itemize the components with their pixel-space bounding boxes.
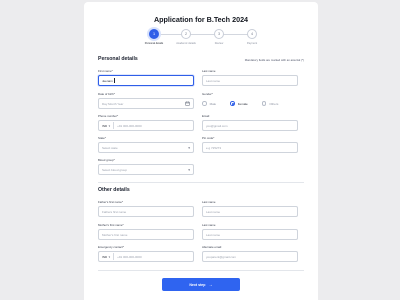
step-label: Payment xyxy=(246,42,258,45)
dob-field: Date of birth* Day Month Year xyxy=(98,92,194,109)
state-select[interactable]: Select state ▾ xyxy=(98,142,194,153)
email-field: Email you@gmail.com xyxy=(202,114,298,131)
pincode-label: Pin code* xyxy=(202,136,215,140)
father-first-name-placeholder: Fathers first name xyxy=(102,209,127,214)
dob-placeholder: Day Month Year xyxy=(102,101,124,106)
arrow-right-icon: → xyxy=(208,282,213,287)
gender-option-male[interactable]: Male xyxy=(202,101,216,106)
mother-last-name-placeholder: Last name xyxy=(206,232,221,237)
blood-group-field: Blood group* Select blood group ▾ xyxy=(98,158,194,175)
other-details-heading: Other details xyxy=(98,187,130,193)
first-name-input[interactable]: Jeenam xyxy=(98,75,194,86)
radio-label: Others xyxy=(269,101,279,106)
emergency-contact-input[interactable]: IND ▾ +91 000-000-0000 xyxy=(98,251,194,262)
radio-circle xyxy=(230,101,235,106)
chevron-down-icon: ▾ xyxy=(188,167,190,172)
emergency-contact-field: Emergency contact* IND ▾ +91 000-000-000… xyxy=(98,245,194,262)
email-label: Email xyxy=(202,114,210,118)
footer-divider xyxy=(98,270,304,271)
step-number: 4 xyxy=(247,29,257,39)
country-code-select[interactable]: IND ▾ xyxy=(102,122,115,129)
father-first-name-input[interactable]: Fathers first name xyxy=(98,206,194,217)
chevron-down-icon: ▾ xyxy=(188,145,190,150)
mother-last-name-input[interactable]: Last name xyxy=(202,229,298,240)
father-last-name-field: Last name Last name xyxy=(202,200,298,217)
last-name-input[interactable]: Last name xyxy=(202,75,298,86)
country-code-select[interactable]: IND ▾ xyxy=(102,253,115,260)
state-label: State* xyxy=(98,136,106,140)
country-code-value: IND xyxy=(102,254,108,259)
emergency-contact-placeholder: +91 000-000-0000 xyxy=(117,254,142,259)
email-input[interactable]: you@gmail.com xyxy=(202,120,298,131)
first-name-label: First name* xyxy=(98,69,113,73)
gender-option-female[interactable]: Female xyxy=(230,101,248,106)
step-number: 3 xyxy=(214,29,224,39)
application-form-card: Application for B.Tech 2024 1 Personal d… xyxy=(84,2,318,300)
dob-label: Date of birth* xyxy=(98,92,115,96)
step-number: 2 xyxy=(181,29,191,39)
first-name-field: First name* Jeenam xyxy=(98,69,194,86)
email-placeholder: you@gmail.com xyxy=(206,123,228,128)
phone-placeholder: +91 000-000-0000 xyxy=(117,123,142,128)
father-last-name-placeholder: Last name xyxy=(206,209,221,214)
radio-label: Male xyxy=(209,101,217,106)
pincode-input[interactable]: e.g 725273 xyxy=(202,142,298,153)
dob-input[interactable]: Day Month Year xyxy=(98,98,194,109)
alternate-email-placeholder: youparent@gmail.com xyxy=(206,254,237,259)
blood-group-label: Blood group* xyxy=(98,158,115,162)
personal-details-heading: Personal details xyxy=(98,56,138,62)
chevron-down-icon: ▾ xyxy=(108,254,111,259)
progress-stepper: 1 Personal details 2 Academic details 3 … xyxy=(138,29,268,49)
mandatory-note: Mandatory fields are marked with an aste… xyxy=(244,58,304,62)
gender-field: Gender* Male Female Others xyxy=(202,92,292,109)
next-step-label: Next step xyxy=(189,282,206,287)
phone-input[interactable]: IND ▾ +91 000-000-0000 xyxy=(98,120,194,131)
step-number: 1 xyxy=(149,29,159,39)
mother-last-name-label: Last name xyxy=(202,223,216,227)
last-name-field: Last name Last name xyxy=(202,69,298,86)
state-placeholder: Select state xyxy=(102,145,118,150)
phone-field: Phone number* IND ▾ +91 000-000-0000 xyxy=(98,114,194,131)
father-last-name-label: Last name xyxy=(202,200,216,204)
phone-label: Phone number* xyxy=(98,114,119,118)
father-first-name-field: Father's first name* Fathers first name xyxy=(98,200,194,217)
radio-circle xyxy=(261,101,267,106)
alternate-email-field: Alternate email youparent@gmail.com xyxy=(202,245,298,262)
section-divider xyxy=(98,182,304,183)
pincode-placeholder: e.g 725273 xyxy=(206,145,222,150)
text-caret xyxy=(113,78,115,83)
mother-last-name-field: Last name Last name xyxy=(202,223,298,240)
radio-circle xyxy=(202,101,207,106)
mother-first-name-field: Mother's first name* Mother's first name xyxy=(98,223,194,240)
blood-group-select[interactable]: Select blood group ▾ xyxy=(98,164,194,175)
last-name-placeholder: Last name xyxy=(206,78,221,83)
calendar-icon[interactable] xyxy=(185,101,190,107)
radio-label: Female xyxy=(237,101,248,106)
last-name-label: Last name xyxy=(202,69,216,73)
chevron-down-icon: ▾ xyxy=(108,123,111,128)
gender-label: Gender* xyxy=(202,92,213,96)
mother-first-name-input[interactable]: Mother's first name xyxy=(98,229,194,240)
step-payment[interactable]: 4 Payment xyxy=(232,29,272,45)
father-first-name-label: Father's first name* xyxy=(98,200,123,204)
mother-first-name-placeholder: Mother's first name xyxy=(102,232,128,237)
mother-first-name-label: Mother's first name* xyxy=(98,223,124,227)
state-field: State* Select state ▾ xyxy=(98,136,194,153)
alternate-email-input[interactable]: youparent@gmail.com xyxy=(202,251,298,262)
father-last-name-input[interactable]: Last name xyxy=(202,206,298,217)
blood-group-placeholder: Select blood group xyxy=(102,167,128,172)
gender-radio-group: Male Female Others xyxy=(202,98,292,109)
gender-option-others[interactable]: Others xyxy=(261,101,279,106)
emergency-contact-label: Emergency contact* xyxy=(98,245,124,249)
first-name-value: Jeenam xyxy=(102,78,113,83)
page-title: Application for B.Tech 2024 xyxy=(153,15,249,24)
pincode-field: Pin code* e.g 725273 xyxy=(202,136,298,153)
next-step-button[interactable]: Next step → xyxy=(162,278,240,291)
country-code-value: IND xyxy=(102,123,108,128)
alternate-email-label: Alternate email xyxy=(202,245,222,249)
